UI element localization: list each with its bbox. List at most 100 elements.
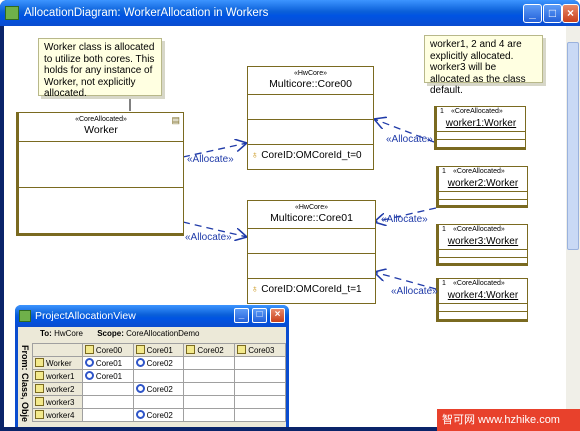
table-cell[interactable] <box>234 356 286 370</box>
allocate-label: «Allocate» <box>391 286 438 297</box>
column-label: Core01 <box>146 346 173 355</box>
cell-value: Core01 <box>95 372 123 381</box>
worker-stereotype: «CoreAllocated» <box>75 116 127 123</box>
column-label: Core00 <box>95 346 123 355</box>
minimize-button[interactable]: _ <box>523 4 542 23</box>
allocation-view-minimize-button[interactable]: _ <box>234 308 249 323</box>
maximize-button[interactable]: □ <box>543 4 562 23</box>
core-icon <box>84 371 94 380</box>
instance-worker2[interactable]: 1 «CoreAllocated» worker2:Worker <box>436 166 528 208</box>
table-row: Worker Core01 Core02 <box>32 356 286 370</box>
note-worker-instances[interactable]: worker1, 2 and 4 are explicitly allocate… <box>424 35 543 96</box>
table-row: worker3 <box>32 395 286 409</box>
cell-value: Core02 <box>146 359 173 368</box>
column-header[interactable]: Core02 <box>183 343 236 357</box>
class-core00[interactable]: «HwCore» Multicore::Core00 ♁ CoreID:OMCo… <box>247 66 374 170</box>
instance-worker1[interactable]: 1 «CoreAllocated» worker1:Worker <box>434 106 526 150</box>
table-cell[interactable] <box>234 369 286 383</box>
core00-stereotype: «HwCore» <box>293 70 328 77</box>
row-header[interactable]: worker1 <box>32 369 83 383</box>
table-cell[interactable]: Core02 <box>132 382 185 396</box>
cell-value: Core02 <box>146 411 173 420</box>
row-label: worker1 <box>46 372 75 381</box>
column-header[interactable]: Core00 <box>81 343 134 357</box>
class-worker[interactable]: «CoreAllocated» Worker ▤ <box>16 112 184 236</box>
instance-name: worker3:Worker <box>447 236 519 247</box>
instance-multiplicity: 1 <box>442 226 446 233</box>
core00-attribute-row: ♁ CoreID:OMCoreId_t=0 <box>251 150 362 161</box>
table-cell[interactable]: Core02 <box>132 356 185 370</box>
allocation-view-icon <box>19 310 31 322</box>
allocation-view-maximize-button[interactable]: □ <box>252 308 267 323</box>
hwcore-icon <box>237 345 247 354</box>
table-cell[interactable] <box>183 369 236 383</box>
cell-value: Core01 <box>95 359 123 368</box>
instance-stereotype: «CoreAllocated» <box>453 280 505 287</box>
table-cell[interactable] <box>183 382 236 396</box>
from-label: From: Class, Obje <box>20 345 30 423</box>
column-header[interactable]: Core03 <box>234 343 286 357</box>
table-cell[interactable] <box>81 395 134 409</box>
note-worker-class[interactable]: Worker class is allocated to utilize bot… <box>38 38 162 99</box>
table-cell[interactable] <box>234 408 286 422</box>
cell-value: Core02 <box>146 385 173 394</box>
column-label: Core02 <box>197 346 224 355</box>
project-allocation-view-window[interactable]: ProjectAllocationView _ □ × To: HwCore S… <box>15 305 289 427</box>
allocate-label: «Allocate» <box>386 134 433 145</box>
allocate-label: «Allocate» <box>187 154 234 165</box>
instance-name: worker4:Worker <box>447 290 519 301</box>
site-watermark: 智可网 www.hzhike.com <box>437 409 580 431</box>
class-icon <box>35 371 44 380</box>
allocation-view-title-bar[interactable]: ProjectAllocationView _ □ × <box>15 305 289 327</box>
class-icon: ▤ <box>171 115 180 125</box>
title-bar[interactable]: AllocationDiagram: WorkerAllocation in W… <box>0 0 580 26</box>
hwcore-icon <box>84 345 94 354</box>
table-cell[interactable] <box>132 395 185 409</box>
table-cell[interactable] <box>183 408 236 422</box>
core00-attribute: CoreID:OMCoreId_t=0 <box>261 150 362 161</box>
diagram-icon <box>5 6 19 20</box>
vertical-scrollbar[interactable] <box>566 26 580 427</box>
class-core01[interactable]: «HwCore» Multicore::Core01 ♁ CoreID:OMCo… <box>247 200 376 304</box>
table-cell[interactable]: Core01 <box>81 356 134 370</box>
scrollbar-thumb[interactable] <box>567 42 579 250</box>
table-cell[interactable] <box>183 395 236 409</box>
row-header[interactable]: worker3 <box>32 395 83 409</box>
instance-worker3[interactable]: 1 «CoreAllocated» worker3:Worker <box>436 224 528 266</box>
scope-value: CoreAllocationDemo <box>126 329 200 338</box>
instance-stereotype: «CoreAllocated» <box>451 108 503 115</box>
class-icon <box>35 397 44 406</box>
allocation-table[interactable]: Core00 Core01 Core02 Core03 Worker Core0… <box>32 343 286 422</box>
hwcore-icon <box>135 345 145 354</box>
core-icon <box>135 358 145 367</box>
core-icon <box>84 358 94 367</box>
instance-worker4[interactable]: 1 «CoreAllocated» worker4:Worker <box>436 278 528 322</box>
table-row: worker4 Core02 <box>32 408 286 422</box>
class-icon <box>35 358 44 367</box>
table-cell[interactable] <box>183 356 236 370</box>
allocation-view-close-button[interactable]: × <box>270 308 285 323</box>
core01-attribute: CoreID:OMCoreId_t=1 <box>261 284 362 295</box>
row-header[interactable]: Worker <box>32 356 83 370</box>
row-header[interactable]: worker2 <box>32 382 83 396</box>
table-row: worker2 Core02 <box>32 382 286 396</box>
allocate-label: «Allocate» <box>185 232 232 243</box>
core01-stereotype: «HwCore» <box>294 204 329 211</box>
table-cell[interactable] <box>234 382 286 396</box>
table-cell[interactable] <box>81 408 134 422</box>
attribute-icon: ♁ <box>251 284 259 295</box>
table-cell[interactable]: Core01 <box>81 369 134 383</box>
instance-multiplicity: 1 <box>442 280 446 287</box>
table-cell[interactable] <box>81 382 134 396</box>
column-header[interactable]: Core01 <box>132 343 185 357</box>
allocation-view-header: To: HwCore Scope: CoreAllocationDemo <box>18 329 286 339</box>
row-header[interactable]: worker4 <box>32 408 83 422</box>
table-cell[interactable]: Core02 <box>132 408 185 422</box>
table-cell[interactable] <box>132 369 185 383</box>
allocation-view-body: To: HwCore Scope: CoreAllocationDemo Fro… <box>18 327 286 427</box>
table-cell[interactable] <box>234 395 286 409</box>
close-button[interactable]: × <box>562 4 579 23</box>
to-value: HwCore <box>54 329 83 338</box>
hwcore-icon <box>186 345 196 354</box>
to-label: To: <box>40 329 52 338</box>
